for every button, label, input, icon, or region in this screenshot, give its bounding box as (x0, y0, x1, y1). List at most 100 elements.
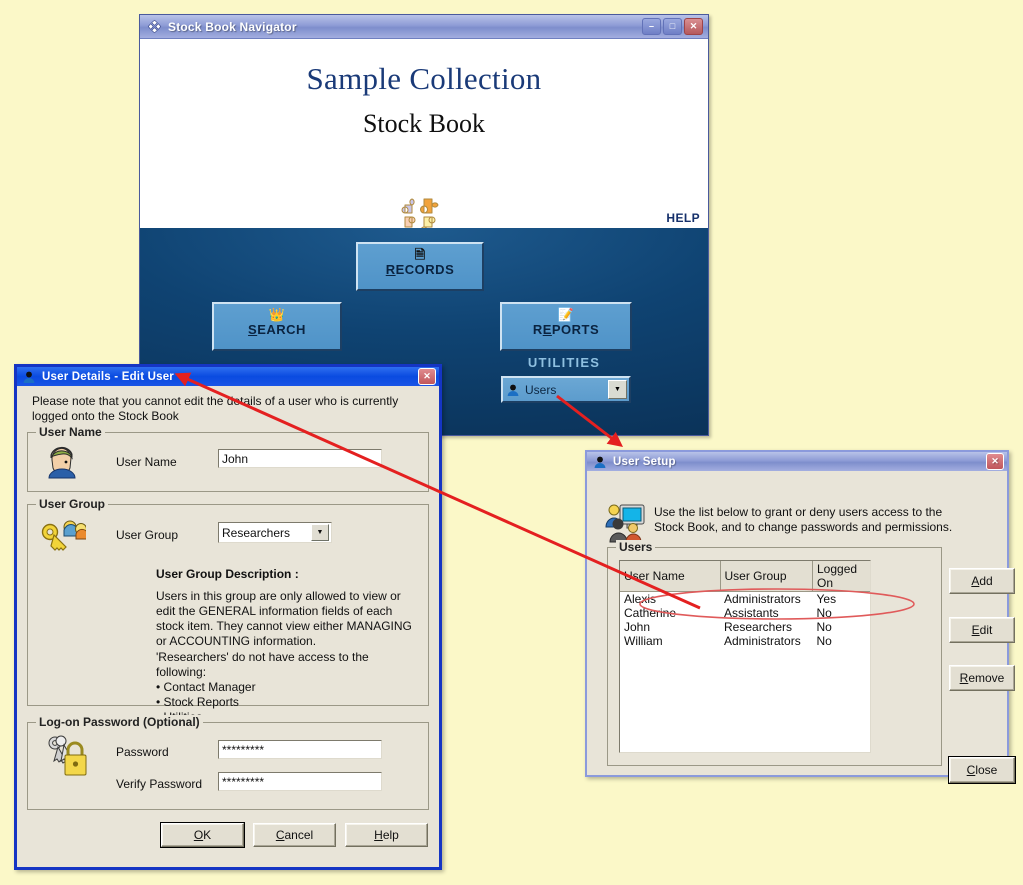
user-group-restrictions-intro: 'Researchers' do not have access to the … (156, 650, 369, 679)
page-subtitle: Stock Book (362, 109, 486, 138)
user-setup-body: Use the list below to grant or deny user… (587, 471, 1016, 784)
user-group-restrictions: 'Researchers' do not have access to the … (156, 650, 421, 725)
remove-button[interactable]: Remove (949, 665, 1015, 691)
utilities-users-dropdown[interactable]: Users ▼ (501, 376, 631, 403)
cell-logged-on: No (816, 606, 832, 620)
close-button-label: Close (966, 763, 998, 777)
cell-user-name: Catherine (624, 606, 677, 620)
close-button[interactable]: ✕ (684, 18, 703, 35)
navigator-titlebar[interactable]: Stock Book Navigator – □ ✕ (140, 15, 708, 39)
maximize-button[interactable]: □ (663, 18, 682, 35)
utilities-users-dropdown-value: Users (525, 382, 557, 397)
user-name-input-value: John (222, 451, 249, 466)
navigator-banner: Sample Collection Stock Book HELP (140, 39, 708, 234)
edit-button[interactable]: Edit (949, 617, 1015, 643)
user-group-field-label: User Group (116, 528, 179, 542)
documents-icon: 🗎 (414, 247, 426, 262)
user-group-group-box: User Group User Group Researchers ▼ User… (27, 497, 429, 724)
user-face-icon (45, 445, 79, 482)
reports-button[interactable]: 📝 REPORTS (500, 302, 632, 351)
user-setup-note: Use the list below to grant or deny user… (654, 505, 953, 534)
report-pencil-icon: 📝 (557, 307, 575, 322)
close-button[interactable]: Close (948, 756, 1016, 784)
table-row[interactable]: Catherine Assistants No (620, 606, 870, 620)
remove-button-label: Remove (959, 671, 1005, 685)
password-input[interactable]: ********* (218, 740, 382, 759)
cell-user-group: Administrators (724, 634, 801, 648)
ok-button-label: OK (193, 828, 212, 842)
user-details-title-text: User Details - Edit User (42, 370, 174, 383)
password-input-value: ********* (222, 742, 265, 757)
user-name-field-label: User Name (116, 455, 177, 469)
page-title: Sample Collection (306, 61, 542, 96)
search-button-label: SEARCH (248, 322, 306, 337)
cell-user-name: John (624, 620, 651, 634)
user-head-icon (506, 383, 520, 397)
user-details-titlebar[interactable]: User Details - Edit User ✕ (17, 367, 439, 386)
cell-logged-on: No (816, 620, 832, 634)
navigator-title-text: Stock Book Navigator (168, 19, 297, 34)
cell-user-name: Alexis (624, 592, 657, 606)
close-icon[interactable]: ✕ (418, 368, 436, 385)
key-padlock-icon (46, 733, 88, 784)
users-list[interactable]: User Name User Group Logged On Alexis Ad… (619, 560, 871, 753)
user-setup-dialog: User Setup ✕ Use the list below to grant… (585, 450, 1016, 784)
records-button-label: RECORDS (385, 262, 455, 277)
column-header-logged-on[interactable]: Logged On (812, 561, 870, 592)
cell-user-name: William (624, 634, 663, 648)
help-link[interactable]: HELP (666, 211, 700, 225)
users-table: User Name User Group Logged On Alexis Ad… (620, 561, 870, 648)
user-details-dialog: User Details - Edit User ✕ Please note t… (14, 364, 442, 870)
puzzle-icon (147, 19, 162, 34)
password-group-box: Log-on Password (Optional) Password ****… (27, 715, 429, 810)
user-name-group-box: User Name User Name John (27, 425, 429, 492)
user-details-body: Please note that you cannot edit the det… (17, 386, 439, 861)
password-group-legend: Log-on Password (Optional) (36, 715, 203, 729)
add-button[interactable]: Add (949, 568, 1015, 594)
cell-logged-on: No (816, 634, 832, 648)
user-head-icon (22, 370, 36, 384)
user-name-group-legend: User Name (36, 425, 105, 439)
user-head-icon (593, 455, 607, 469)
table-row[interactable]: William Administrators No (620, 634, 870, 648)
user-details-note: Please note that you cannot edit the det… (32, 394, 399, 423)
edit-button-label: Edit (971, 623, 993, 637)
user-group-group-legend: User Group (36, 497, 109, 511)
table-row[interactable]: John Researchers No (620, 620, 870, 634)
users-table-header-row: User Name User Group Logged On (620, 561, 870, 592)
help-button-label: Help (374, 828, 399, 842)
cancel-button[interactable]: Cancel (253, 823, 336, 847)
user-name-input[interactable]: John (218, 449, 382, 468)
add-button-label: Add (971, 574, 993, 588)
help-button[interactable]: Help (345, 823, 428, 847)
cell-user-group: Assistants (724, 606, 779, 620)
password-field-label: Password (116, 745, 169, 759)
key-users-icon (40, 517, 89, 560)
cell-logged-on: Yes (816, 592, 837, 606)
user-group-description-title: User Group Description : (156, 567, 299, 581)
utilities-label: UTILITIES (527, 355, 601, 370)
column-header-user-group[interactable]: User Group (720, 561, 813, 592)
user-group-description-body: Users in this group are only allowed to … (156, 589, 412, 648)
verify-password-input-value: ********* (222, 774, 265, 789)
users-group-legend: Users (616, 540, 656, 554)
minimize-button[interactable]: – (642, 18, 661, 35)
chevron-down-icon[interactable]: ▼ (311, 524, 329, 541)
verify-password-field-label: Verify Password (116, 777, 203, 791)
user-setup-titlebar[interactable]: User Setup ✕ (587, 452, 1007, 471)
user-group-dropdown[interactable]: Researchers ▼ (218, 522, 332, 543)
records-button[interactable]: 🗎 RECORDS (356, 242, 484, 291)
column-header-user-name[interactable]: User Name (620, 561, 721, 592)
reports-button-label: REPORTS (532, 322, 600, 337)
chevron-down-icon[interactable]: ▼ (608, 380, 627, 399)
users-group-box: Users User Name User Group Logged On Ale… (607, 540, 942, 766)
close-icon[interactable]: ✕ (986, 453, 1004, 470)
navigator-window-buttons: – □ ✕ (642, 18, 703, 35)
cancel-button-label: Cancel (275, 828, 314, 842)
cell-user-group: Administrators (724, 592, 801, 606)
ok-button[interactable]: OK (160, 822, 245, 848)
binoculars-icon: 👑 (268, 307, 286, 322)
verify-password-input[interactable]: ********* (218, 772, 382, 791)
table-row[interactable]: Alexis Administrators Yes (620, 592, 870, 607)
search-button[interactable]: 👑 SEARCH (212, 302, 342, 351)
